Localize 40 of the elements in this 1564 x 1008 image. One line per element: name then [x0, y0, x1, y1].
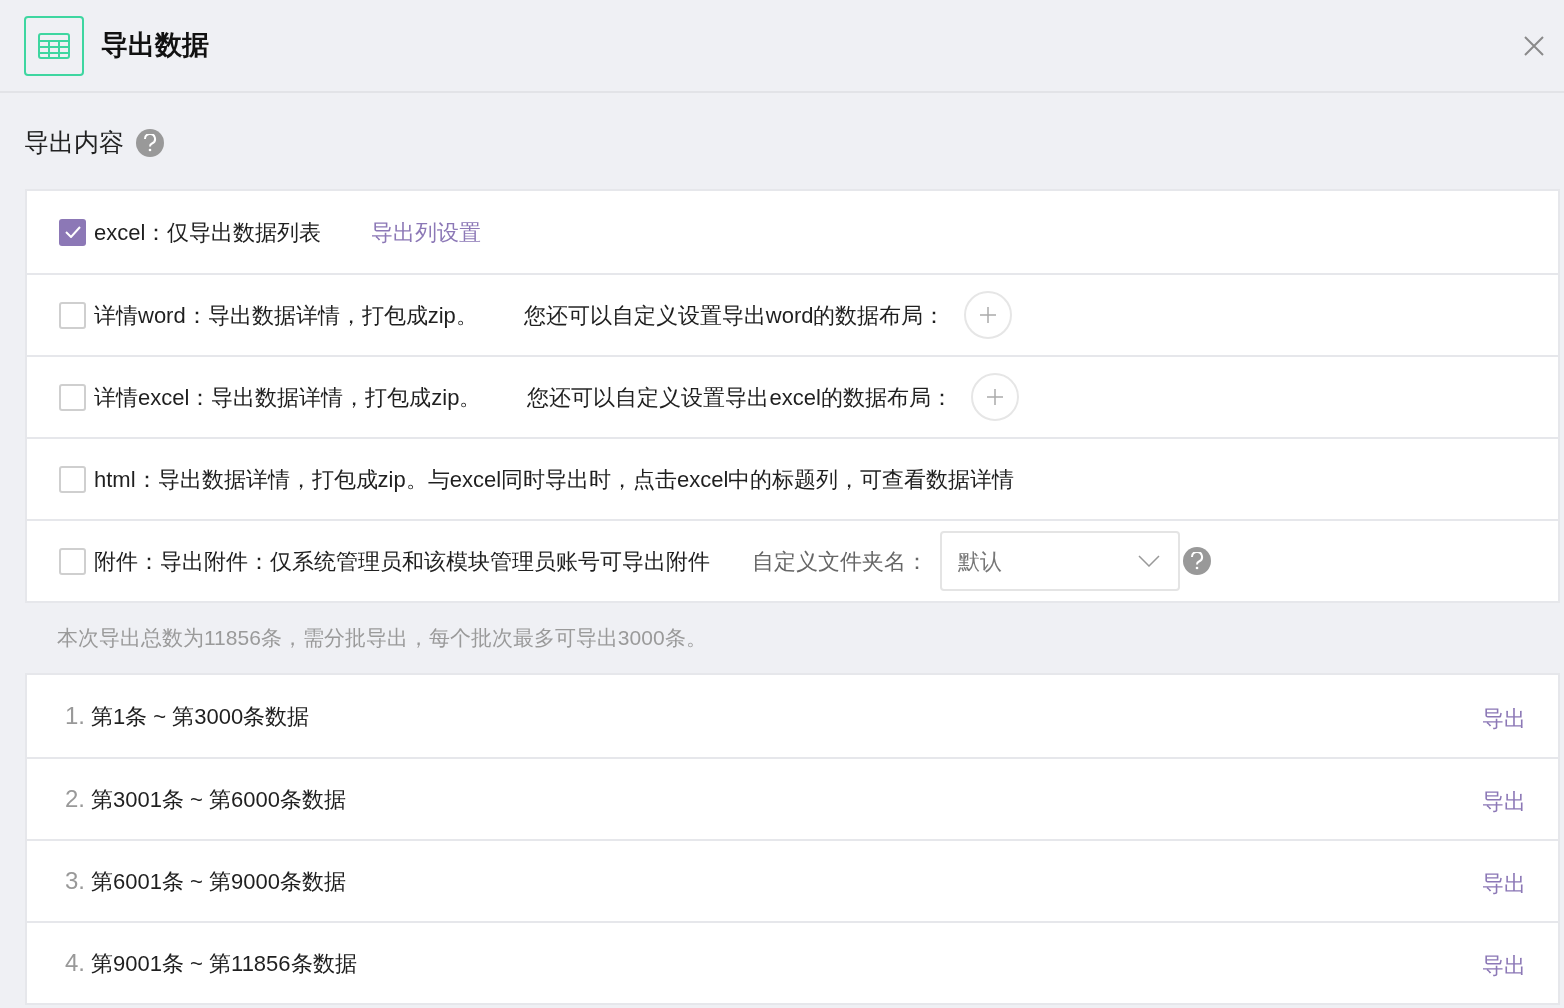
checkbox[interactable] [59, 547, 86, 575]
batch-number: 3. [65, 866, 85, 896]
option-label: html：导出数据详情，打包成zip。与excel同时导出时，点击excel中的标题列，可查看数据详情 [94, 465, 1015, 494]
export-link[interactable]: 导出 [1482, 701, 1526, 735]
add-layout-button[interactable] [970, 373, 1019, 421]
option-label: 详情word：导出数据详情，打包成zip。 [94, 301, 478, 330]
batch-range: 第9001条 ~ 第11856条数据 [91, 949, 357, 978]
help-icon[interactable] [1183, 547, 1211, 575]
batch-note: 本次导出总数为11856条，需分批导出，每个批次最多可导出3000条。 [56, 625, 708, 652]
batch-range: 第1条 ~ 第3000条数据 [91, 702, 310, 731]
close-icon [1523, 34, 1545, 57]
export-link[interactable]: 导出 [1482, 948, 1526, 982]
option-label: 附件：导出附件：仅系统管理员和该模块管理员账号可导出附件 [94, 547, 710, 576]
folder-name-label: 自定义文件夹名： [752, 547, 928, 576]
batch-number: 2. [65, 784, 85, 814]
add-layout-button[interactable] [963, 291, 1012, 339]
batch-number: 4. [65, 948, 85, 978]
batch-range: 第6001条 ~ 第9000条数据 [91, 867, 346, 896]
option-label: excel：仅导出数据列表 [94, 218, 322, 247]
layout-hint: 您还可以自定义设置导出word的数据布局： [523, 301, 946, 330]
batch-number: 1. [65, 701, 85, 731]
batch-range: 第3001条 ~ 第6000条数据 [91, 785, 346, 814]
checkbox[interactable] [59, 218, 86, 246]
export-link[interactable]: 导出 [1482, 866, 1526, 900]
option-label: 详情excel：导出数据详情，打包成zip。 [94, 383, 482, 412]
checkmark-icon [64, 226, 81, 238]
section-title: 导出内容 [24, 127, 124, 159]
plus-icon [977, 305, 998, 325]
checkbox[interactable] [59, 465, 86, 493]
table-icon [24, 15, 84, 76]
layout-hint: 您还可以自定义设置导出excel的数据布局： [527, 383, 953, 412]
checkbox[interactable] [59, 301, 86, 329]
export-link[interactable]: 导出 [1482, 784, 1526, 818]
folder-name-select[interactable]: 默认 [940, 531, 1180, 591]
help-icon[interactable] [136, 129, 164, 157]
chevron-down-icon [1138, 555, 1160, 567]
checkbox[interactable] [59, 383, 86, 411]
plus-icon [984, 387, 1005, 407]
dialog-title: 导出数据 [101, 29, 209, 63]
column-settings-link[interactable]: 导出列设置 [371, 215, 482, 249]
